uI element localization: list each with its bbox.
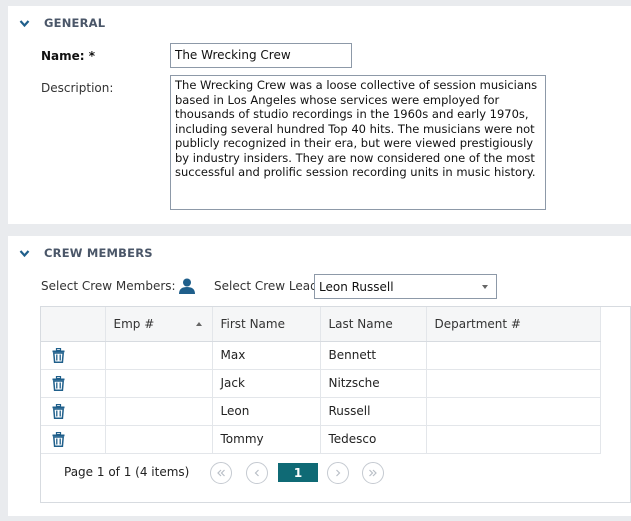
- trash-icon[interactable]: [52, 403, 65, 419]
- next-page-button[interactable]: [327, 462, 349, 484]
- delete-cell: [41, 341, 106, 370]
- next-page-icon: [336, 469, 341, 477]
- prev-page-icon: [254, 469, 259, 477]
- cell-department: [426, 369, 601, 398]
- column-header-emp-label: Emp #: [113, 316, 155, 331]
- crew-section-header[interactable]: CREW MEMBERS: [19, 246, 153, 260]
- cell-first-name: Leon: [212, 397, 321, 426]
- table-row: Leon Russell: [41, 397, 601, 426]
- chevron-down-icon[interactable]: [19, 18, 30, 29]
- pager-summary: Page 1 of 1 (4 items): [64, 465, 190, 479]
- cell-department: [426, 341, 601, 370]
- description-label: Description:: [41, 81, 114, 95]
- delete-cell: [41, 369, 106, 398]
- column-header-last-name[interactable]: Last Name: [320, 307, 427, 342]
- pager: Page 1 of 1 (4 items) 1: [41, 454, 630, 490]
- crew-section-title: CREW MEMBERS: [44, 246, 153, 260]
- general-panel: GENERAL Name: * The Wrecking Crew Descri…: [8, 6, 631, 224]
- cell-last-name: Nitzsche: [320, 369, 427, 398]
- cell-first-name: Tommy: [212, 425, 321, 454]
- crew-lead-select[interactable]: Leon Russell: [314, 274, 497, 299]
- general-section-header[interactable]: GENERAL: [19, 16, 105, 30]
- cell-first-name: Jack: [212, 369, 321, 398]
- cell-emp: [105, 397, 213, 426]
- name-label: Name: *: [41, 49, 96, 63]
- current-page-button[interactable]: 1: [278, 463, 318, 482]
- select-crew-members: Select Crew Members:: [41, 278, 196, 294]
- last-page-button[interactable]: [362, 462, 384, 484]
- column-header-first-name[interactable]: First Name: [212, 307, 321, 342]
- last-page-icon: [369, 469, 377, 477]
- chevron-down-icon[interactable]: [482, 285, 488, 289]
- crew-members-grid: Emp # First Name Last Name Department # …: [40, 306, 631, 503]
- cell-department: [426, 425, 601, 454]
- cell-last-name: Bennett: [320, 341, 427, 370]
- table-row: Tommy Tedesco: [41, 425, 601, 454]
- cell-emp: [105, 341, 213, 370]
- description-textarea[interactable]: The Wrecking Crew was a loose collective…: [170, 75, 546, 210]
- delete-cell: [41, 397, 106, 426]
- cell-emp: [105, 425, 213, 454]
- crew-members-panel: CREW MEMBERS Select Crew Members: Select…: [8, 236, 631, 516]
- table-row: Max Bennett: [41, 341, 601, 370]
- select-crew-members-label: Select Crew Members:: [41, 279, 176, 293]
- column-header-department[interactable]: Department #: [426, 307, 601, 342]
- trash-icon[interactable]: [52, 347, 65, 363]
- trash-icon[interactable]: [52, 375, 65, 391]
- prev-page-button[interactable]: [246, 462, 268, 484]
- column-header-emp[interactable]: Emp #: [105, 307, 213, 342]
- column-header-actions: [41, 307, 106, 342]
- table-header-row: Emp # First Name Last Name Department #: [41, 307, 601, 342]
- first-page-icon: [217, 469, 225, 477]
- cell-last-name: Russell: [320, 397, 427, 426]
- cell-emp: [105, 369, 213, 398]
- name-input[interactable]: The Wrecking Crew: [170, 43, 352, 68]
- select-crew-lead-label: Select Crew Lead:: [214, 279, 322, 293]
- sort-ascending-icon: [195, 322, 202, 326]
- delete-cell: [41, 425, 106, 454]
- general-section-title: GENERAL: [44, 16, 106, 30]
- first-page-button[interactable]: [210, 462, 232, 484]
- chevron-down-icon[interactable]: [19, 248, 30, 259]
- person-icon[interactable]: [178, 278, 196, 294]
- table-row: Jack Nitzsche: [41, 369, 601, 398]
- crew-lead-value: Leon Russell: [319, 279, 394, 294]
- trash-icon[interactable]: [52, 431, 65, 447]
- cell-last-name: Tedesco: [320, 425, 427, 454]
- cell-department: [426, 397, 601, 426]
- crew-table: Emp # First Name Last Name Department # …: [41, 307, 601, 454]
- cell-first-name: Max: [212, 341, 321, 370]
